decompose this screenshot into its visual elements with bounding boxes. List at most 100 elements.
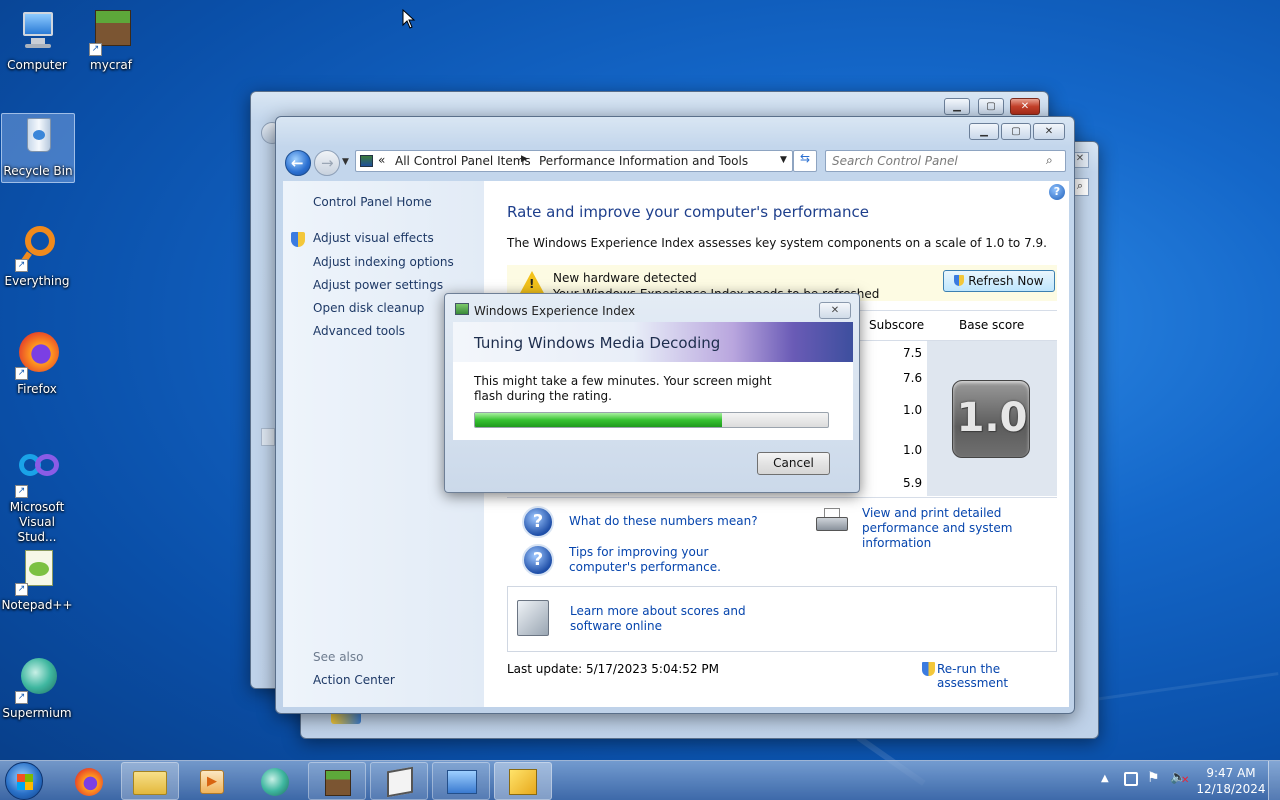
back-arrow-icon: ← xyxy=(291,154,304,172)
firefox-icon xyxy=(75,768,103,796)
search-icon[interactable]: ⌕ xyxy=(1046,153,1053,168)
printer-icon xyxy=(816,508,848,534)
taskbar-wei[interactable] xyxy=(494,762,552,800)
notepadpp-icon: ↗ xyxy=(13,548,61,596)
last-update-text: Last update: 5/17/2023 5:04:52 PM xyxy=(507,662,719,676)
view-print-details-link[interactable]: View and print detailed performance and … xyxy=(862,506,1062,551)
device-tray-icon[interactable] xyxy=(1124,772,1138,786)
open-disk-cleanup-link[interactable]: Open disk cleanup xyxy=(313,301,424,315)
breadcrumb-chevron-icon[interactable]: ▶ xyxy=(521,154,528,164)
control-panel-icon xyxy=(447,770,477,794)
desktop-icon-visual-studio[interactable]: ↗ Microsoft Visual Stud... xyxy=(0,450,74,545)
learn-more-link[interactable]: Learn more about scores and software onl… xyxy=(570,604,790,634)
recycle-bin-icon xyxy=(14,114,62,162)
visual-studio-icon: ↗ xyxy=(13,450,61,498)
taskbar-app-cube[interactable] xyxy=(370,762,428,800)
minimize-button[interactable]: ▁ xyxy=(944,98,970,115)
action-center-link[interactable]: Action Center xyxy=(313,673,395,687)
taskbar-explorer[interactable] xyxy=(121,762,179,800)
firefox-icon: ↗ xyxy=(13,332,61,380)
search-placeholder: Search Control Panel xyxy=(832,154,958,168)
refresh-now-button[interactable]: Refresh Now xyxy=(943,270,1055,292)
uac-shield-icon xyxy=(922,662,935,676)
control-panel-home-link[interactable]: Control Panel Home xyxy=(313,195,432,209)
clock[interactable]: 9:47 AM 12/18/2024 xyxy=(1196,765,1266,797)
wei-dialog[interactable]: Windows Experience Index ✕ Tuning Window… xyxy=(444,293,860,493)
shortcut-arrow-icon: ↗ xyxy=(15,259,28,272)
back-button[interactable]: ← xyxy=(285,150,311,176)
address-dropdown-icon[interactable]: ▼ xyxy=(780,155,787,165)
search-input[interactable]: Search Control Panel ⌕ xyxy=(825,150,1066,172)
desktop-icon-mycraf[interactable]: ↗ mycraf xyxy=(74,8,148,72)
cube-icon xyxy=(387,766,413,798)
page-heading: Rate and improve your computer's perform… xyxy=(507,203,869,221)
what-numbers-mean-link[interactable]: What do these numbers mean? xyxy=(569,514,758,528)
minecraft-icon xyxy=(325,770,351,796)
subscore-value: 5.9 xyxy=(903,476,923,490)
desktop-icon-supermium[interactable]: ↗ Supermium xyxy=(0,656,74,720)
refresh-now-label: Refresh Now xyxy=(968,274,1044,288)
maximize-button[interactable]: ▢ xyxy=(978,98,1004,115)
shortcut-arrow-icon: ↗ xyxy=(15,583,28,596)
desktop-icon-label: Microsoft Visual Stud... xyxy=(9,500,65,544)
forward-button[interactable]: → xyxy=(314,150,340,176)
progress-bar xyxy=(474,412,829,428)
desktop-icon-recycle-bin[interactable]: Recycle Bin xyxy=(1,113,75,183)
minecraft-icon: ↗ xyxy=(87,8,135,56)
recent-pages-dropdown[interactable]: ▼ xyxy=(342,157,349,167)
taskbar-firefox[interactable] xyxy=(60,762,118,800)
desktop-icon-notepadpp[interactable]: ↗ Notepad++ xyxy=(0,548,74,612)
mouse-cursor-icon xyxy=(402,8,416,32)
adjust-power-settings-link[interactable]: Adjust power settings xyxy=(313,278,443,292)
taskbar-media-player[interactable]: ▶ xyxy=(183,762,241,800)
breadcrumb-item-control-panel[interactable]: All Control Panel Items xyxy=(395,154,531,168)
advanced-tools-link[interactable]: Advanced tools xyxy=(313,324,405,338)
control-panel-icon xyxy=(360,155,373,167)
help-icon[interactable]: ? xyxy=(1049,184,1065,200)
desktop-icon-everything[interactable]: ↗ Everything xyxy=(0,224,74,288)
cancel-button[interactable]: Cancel xyxy=(757,452,830,475)
taskbar-minecraft[interactable] xyxy=(308,762,366,800)
dialog-title: Windows Experience Index xyxy=(474,304,636,318)
dialog-header-text: Tuning Windows Media Decoding xyxy=(474,334,721,352)
address-bar[interactable]: « All Control Panel Items ▶ Performance … xyxy=(355,150,793,172)
show-hidden-icons-button[interactable]: ▲ xyxy=(1101,773,1109,784)
shortcut-arrow-icon: ↗ xyxy=(15,691,28,704)
tips-improving-link[interactable]: Tips for improving your computer's perfo… xyxy=(569,545,769,575)
wei-dialog-icon xyxy=(455,303,469,315)
start-button[interactable] xyxy=(5,762,43,800)
desktop-icon-label: Supermium xyxy=(2,706,72,720)
close-button[interactable]: ✕ xyxy=(1010,98,1040,115)
uac-shield-icon xyxy=(291,232,305,247)
flag-icon[interactable]: ⚑ xyxy=(1147,770,1160,786)
desktop-icon-label: Recycle Bin xyxy=(3,164,73,178)
breadcrumb-item-performance[interactable]: Performance Information and Tools xyxy=(539,154,748,168)
minimize-button[interactable]: ▁ xyxy=(969,123,999,140)
rerun-assessment-link[interactable]: Re-run the assessment xyxy=(937,662,1069,690)
score-table-divider xyxy=(507,497,1057,498)
shortcut-arrow-icon: ↗ xyxy=(89,43,102,56)
dialog-close-button[interactable]: ✕ xyxy=(819,302,851,319)
dialog-body: This might take a few minutes. Your scre… xyxy=(453,362,853,440)
desktop-icon-label: Notepad++ xyxy=(1,598,73,612)
dialog-message: This might take a few minutes. Your scre… xyxy=(474,374,772,403)
performance-icon xyxy=(509,769,537,795)
adjust-indexing-options-link[interactable]: Adjust indexing options xyxy=(313,255,454,269)
refresh-button[interactable]: ⇆ xyxy=(793,150,817,172)
adjust-visual-effects-link[interactable]: Adjust visual effects xyxy=(313,231,434,245)
show-desktop-button[interactable] xyxy=(1268,761,1280,800)
clock-date: 12/18/2024 xyxy=(1196,782,1266,796)
desktop-icon-firefox[interactable]: ↗ Firefox xyxy=(0,332,74,396)
maximize-button[interactable]: ▢ xyxy=(1001,123,1031,140)
taskbar: ▶ ▲ ⚑ 🔈 ✕ 9:47 AM 12/18/2024 xyxy=(0,760,1280,800)
desktop-icon-computer[interactable]: Computer xyxy=(0,8,74,72)
taskbar-supermium[interactable] xyxy=(246,762,304,800)
desktop-icon-label: mycraf xyxy=(90,58,132,72)
supermium-icon: ↗ xyxy=(13,656,61,704)
taskbar-control-panel[interactable] xyxy=(432,762,490,800)
close-button[interactable]: ✕ xyxy=(1033,123,1065,140)
help-question-icon: ? xyxy=(522,506,554,538)
forward-arrow-icon: → xyxy=(321,154,334,172)
subscore-value: 1.0 xyxy=(903,443,923,457)
learn-more-box: Learn more about scores and software onl… xyxy=(507,586,1057,652)
